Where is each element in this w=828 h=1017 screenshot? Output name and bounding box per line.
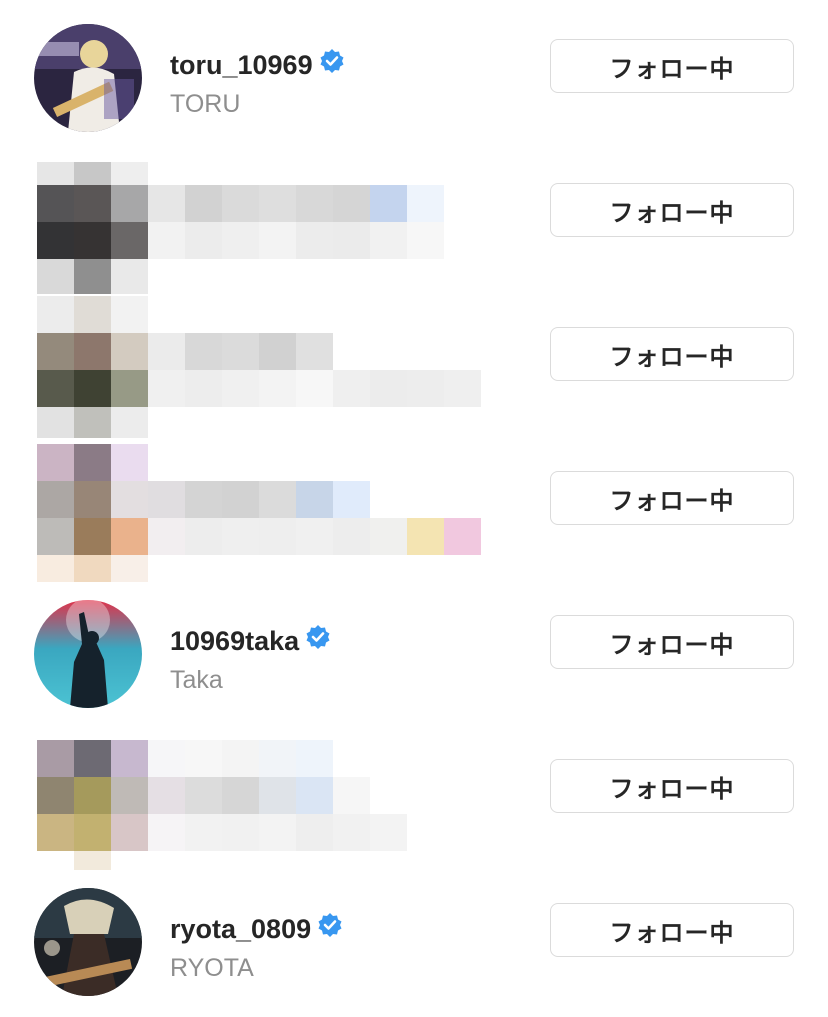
username-text[interactable]: toru_10969: [170, 50, 313, 80]
verified-badge-icon: [317, 912, 343, 945]
list-item: フォロー中: [0, 150, 828, 294]
following-button[interactable]: フォロー中: [550, 39, 794, 93]
username[interactable]: toru_10969: [170, 48, 345, 81]
following-button[interactable]: フォロー中: [550, 471, 794, 525]
full-name: Taka: [170, 666, 223, 694]
username-text[interactable]: 10969taka: [170, 626, 299, 656]
pixelated-profile: [0, 294, 540, 438]
username[interactable]: ryota_0809: [170, 912, 343, 945]
list-item: toru_10969 TORU フォロー中: [0, 6, 828, 150]
avatar[interactable]: [34, 24, 142, 132]
following-button[interactable]: フォロー中: [550, 327, 794, 381]
following-button[interactable]: フォロー中: [550, 903, 794, 957]
pixelated-profile: [0, 726, 540, 870]
pixelated-profile: [0, 438, 540, 582]
list-item: ryota_0809 RYOTA フォロー中: [0, 870, 828, 1014]
avatar[interactable]: [34, 600, 142, 708]
list-item: フォロー中: [0, 726, 828, 870]
list-item: フォロー中: [0, 438, 828, 582]
pixelated-profile: [0, 150, 540, 294]
following-button[interactable]: フォロー中: [550, 183, 794, 237]
verified-badge-icon: [305, 624, 331, 657]
full-name: TORU: [170, 90, 241, 118]
following-button[interactable]: フォロー中: [550, 615, 794, 669]
full-name: RYOTA: [170, 954, 254, 982]
username[interactable]: 10969taka: [170, 624, 331, 657]
list-item: フォロー中: [0, 294, 828, 438]
avatar[interactable]: [34, 888, 142, 996]
username-text[interactable]: ryota_0809: [170, 914, 311, 944]
following-button[interactable]: フォロー中: [550, 759, 794, 813]
list-item: 10969taka Taka フォロー中: [0, 582, 828, 726]
verified-badge-icon: [319, 48, 345, 81]
